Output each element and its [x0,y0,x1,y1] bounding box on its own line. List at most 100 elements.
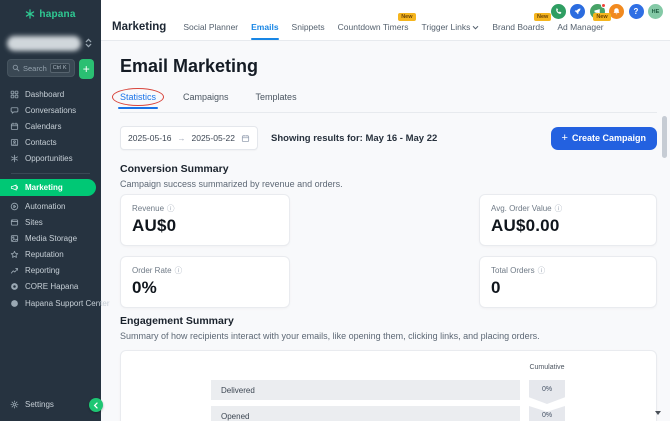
help-button[interactable]: ? [629,4,644,19]
search-input[interactable]: Search Ctrl K [7,59,75,77]
create-campaign-button[interactable]: + Create Campaign [551,127,657,150]
notifications-button[interactable] [609,4,624,19]
tab-campaigns[interactable]: Campaigns [183,92,229,102]
hapana-spark-icon [25,9,35,19]
tab-label: Ad Manager [557,22,603,32]
sidebar-item-sites[interactable]: Sites [0,214,101,230]
sidebar-item-label: Sites [25,218,43,227]
tab-emails[interactable]: Emails [251,22,278,32]
avatar-initials: HE [652,9,660,15]
info-icon[interactable]: ⓘ [538,267,546,275]
automation-icon [10,202,19,211]
funnel-row-label: Delivered [221,386,255,395]
account-name-redacted [7,36,81,51]
sidebar-item-label: Automation [25,202,65,211]
info-icon[interactable]: ⓘ [167,205,175,213]
contacts-icon [10,138,19,147]
new-badge: New [534,13,551,21]
sidebar-item-reporting[interactable]: Reporting [0,263,101,279]
sidebar-item-dashboard[interactable]: Dashboard [0,86,101,102]
sidebar-item-label: Dashboard [25,90,64,99]
sidebar-item-automation[interactable]: Automation [0,198,101,214]
phone-button[interactable] [551,4,566,19]
stat-value: 0 [491,278,645,298]
sidebar-item-media-storage[interactable]: Media Storage [0,230,101,246]
arrow-right-icon: → [178,134,186,143]
stat-card-revenue: Revenueⓘ AU$0 [120,194,290,246]
new-badge: New [593,13,610,21]
date-from: 2025-05-16 [128,133,171,143]
chevron-left-icon [93,402,99,409]
tab-snippets[interactable]: Snippets [292,22,325,32]
results-summary-text: Showing results for: May 16 - May 22 [271,133,437,144]
info-icon[interactable]: ⓘ [175,267,183,275]
sidebar-item-label: Opportunities [25,154,73,163]
annotation-circle [112,88,164,106]
quick-add-button[interactable]: + [79,59,94,79]
conversion-cards: Revenueⓘ AU$0 Avg. Order Valueⓘ AU$0.00 … [120,194,657,308]
sidebar-item-settings[interactable]: Settings [0,397,101,413]
sidebar-item-label: CORE Hapana [25,282,78,291]
date-to: 2025-05-22 [192,133,235,143]
tab-label: Emails [251,22,278,32]
sidebar-item-reputation[interactable]: Reputation [0,247,101,263]
search-placeholder: Search [23,64,47,73]
plus-icon: + [83,63,90,75]
cumulative-value: 0% [542,386,552,393]
funnel-cumulative-chip: 0% [529,380,565,404]
funnel-row-opened: Opened [211,406,520,421]
chevron-down-icon [472,25,479,30]
question-icon: ? [634,7,639,16]
engagement-summary-subtitle: Summary of how recipients interact with … [120,331,657,341]
tab-label: Templates [256,92,297,102]
tab-ad-manager[interactable]: Ad Manager New [557,22,603,32]
scroll-down-caret [655,411,661,415]
active-tab-underline [118,107,158,109]
sidebar-item-label: Contacts [25,138,57,147]
bell-icon [612,7,621,16]
sidebar-item-conversations[interactable]: Conversations [0,102,101,118]
info-icon[interactable]: ⓘ [555,205,563,213]
logo[interactable]: hapana [0,0,101,28]
app-window: hapana Search Ctrl K + Dashboard Conver [0,0,670,421]
tab-social-planner[interactable]: Social Planner [183,22,238,32]
vertical-scrollbar[interactable] [662,116,667,158]
sidebar: hapana Search Ctrl K + Dashboard Conver [0,0,101,421]
account-switcher[interactable] [7,33,94,53]
tab-label: Snippets [292,22,325,32]
sidebar-item-opportunities[interactable]: Opportunities [0,151,101,167]
tab-statistics[interactable]: Statistics [120,92,156,102]
tab-label: Campaigns [183,92,229,102]
date-range-picker[interactable]: 2025-05-16 → 2025-05-22 [120,126,258,150]
sidebar-item-core-hapana[interactable]: CORE Hapana [0,279,101,295]
tab-countdown-timers[interactable]: Countdown Timers New [338,22,409,32]
gear-icon [10,400,19,409]
logo-text: hapana [39,9,75,20]
sidebar-item-marketing[interactable]: Marketing [0,179,96,196]
tab-label: Trigger Links [422,22,471,32]
cumulative-column-header: Cumulative [529,364,565,371]
sidebar-item-label: Calendars [25,122,61,131]
sidebar-item-label: Settings [25,400,54,409]
sidebar-item-label: Marketing [25,183,63,192]
sidebar-item-support-center[interactable]: ? Hapana Support Center [0,295,101,311]
tab-trigger-links[interactable]: Trigger Links [422,22,480,32]
sidebar-item-contacts[interactable]: Contacts [0,135,101,151]
browser-icon [10,218,19,227]
tab-templates[interactable]: Templates [256,92,297,102]
tab-brand-boards[interactable]: Brand Boards New [492,22,544,32]
dashboard-icon [10,90,19,99]
trend-icon [10,266,19,275]
sidebar-collapse-button[interactable] [89,398,103,412]
conversion-summary-subtitle: Campaign success summarized by revenue a… [120,179,657,189]
stat-card-avg-order-value: Avg. Order Valueⓘ AU$0.00 [479,194,657,246]
funnel-cumulative-chip: 0% [529,406,565,421]
funnel-row-delivered: Delivered [211,380,520,400]
sidebar-item-calendars[interactable]: Calendars [0,118,101,134]
email-marketing-tabs: Statistics Campaigns Templates [120,92,657,102]
nav-section-title: Marketing [112,21,166,33]
launcher-button[interactable] [570,4,585,19]
stat-label: Revenue [132,204,164,213]
avatar[interactable]: HE [648,4,663,19]
search-icon [12,64,20,72]
